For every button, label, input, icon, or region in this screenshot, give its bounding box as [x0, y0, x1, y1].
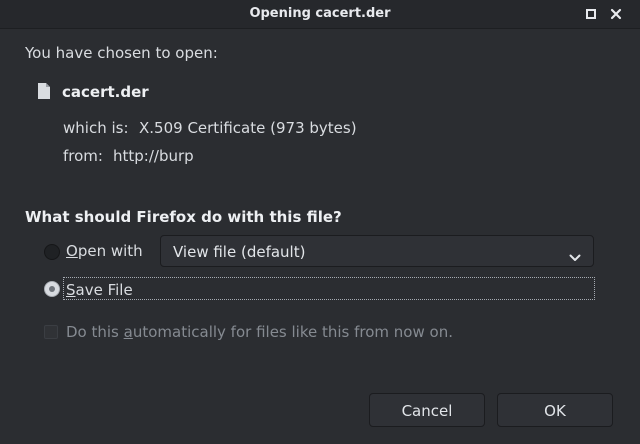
open-with-radio[interactable]	[44, 244, 60, 260]
intro-text: You have chosen to open:	[25, 44, 218, 62]
auto-action-label-end: utomatically for files like this from no…	[132, 323, 453, 341]
save-file-label[interactable]: Save File	[66, 281, 133, 299]
close-icon[interactable]	[609, 7, 623, 21]
file-type-value: X.509 Certificate (973 bytes)	[139, 119, 357, 137]
window-title: Opening cacert.der	[249, 6, 391, 21]
open-with-label[interactable]: Open with	[66, 242, 143, 260]
open-with-label-rest: pen with	[77, 242, 143, 260]
ok-button[interactable]: OK	[497, 393, 613, 427]
open-with-dropdown[interactable]: View file (default)	[160, 235, 594, 267]
from-label: from:	[63, 147, 103, 165]
action-question: What should Firefox do with this file?	[25, 208, 342, 226]
auto-action-checkbox[interactable]	[44, 325, 58, 339]
save-file-mnemonic: S	[66, 281, 76, 299]
file-icon	[37, 82, 51, 100]
auto-action-mnemonic: a	[123, 323, 133, 341]
auto-action-label-start: Do this	[66, 323, 124, 341]
chevron-down-icon	[569, 247, 581, 266]
open-with-dropdown-value: View file (default)	[173, 243, 306, 261]
save-file-radio[interactable]	[44, 281, 60, 297]
maximize-icon[interactable]	[584, 7, 598, 21]
save-file-label-rest: ave File	[75, 281, 133, 299]
save-file-focus-ring	[63, 277, 595, 300]
open-with-mnemonic: O	[66, 242, 78, 260]
auto-action-label[interactable]: Do this automatically for files like thi…	[66, 323, 453, 341]
source-url-value: http://burp	[113, 147, 194, 165]
cancel-button[interactable]: Cancel	[369, 393, 485, 427]
title-bar: Opening cacert.der	[0, 0, 640, 29]
which-is-label: which is:	[63, 119, 129, 137]
file-name: cacert.der	[62, 83, 149, 101]
